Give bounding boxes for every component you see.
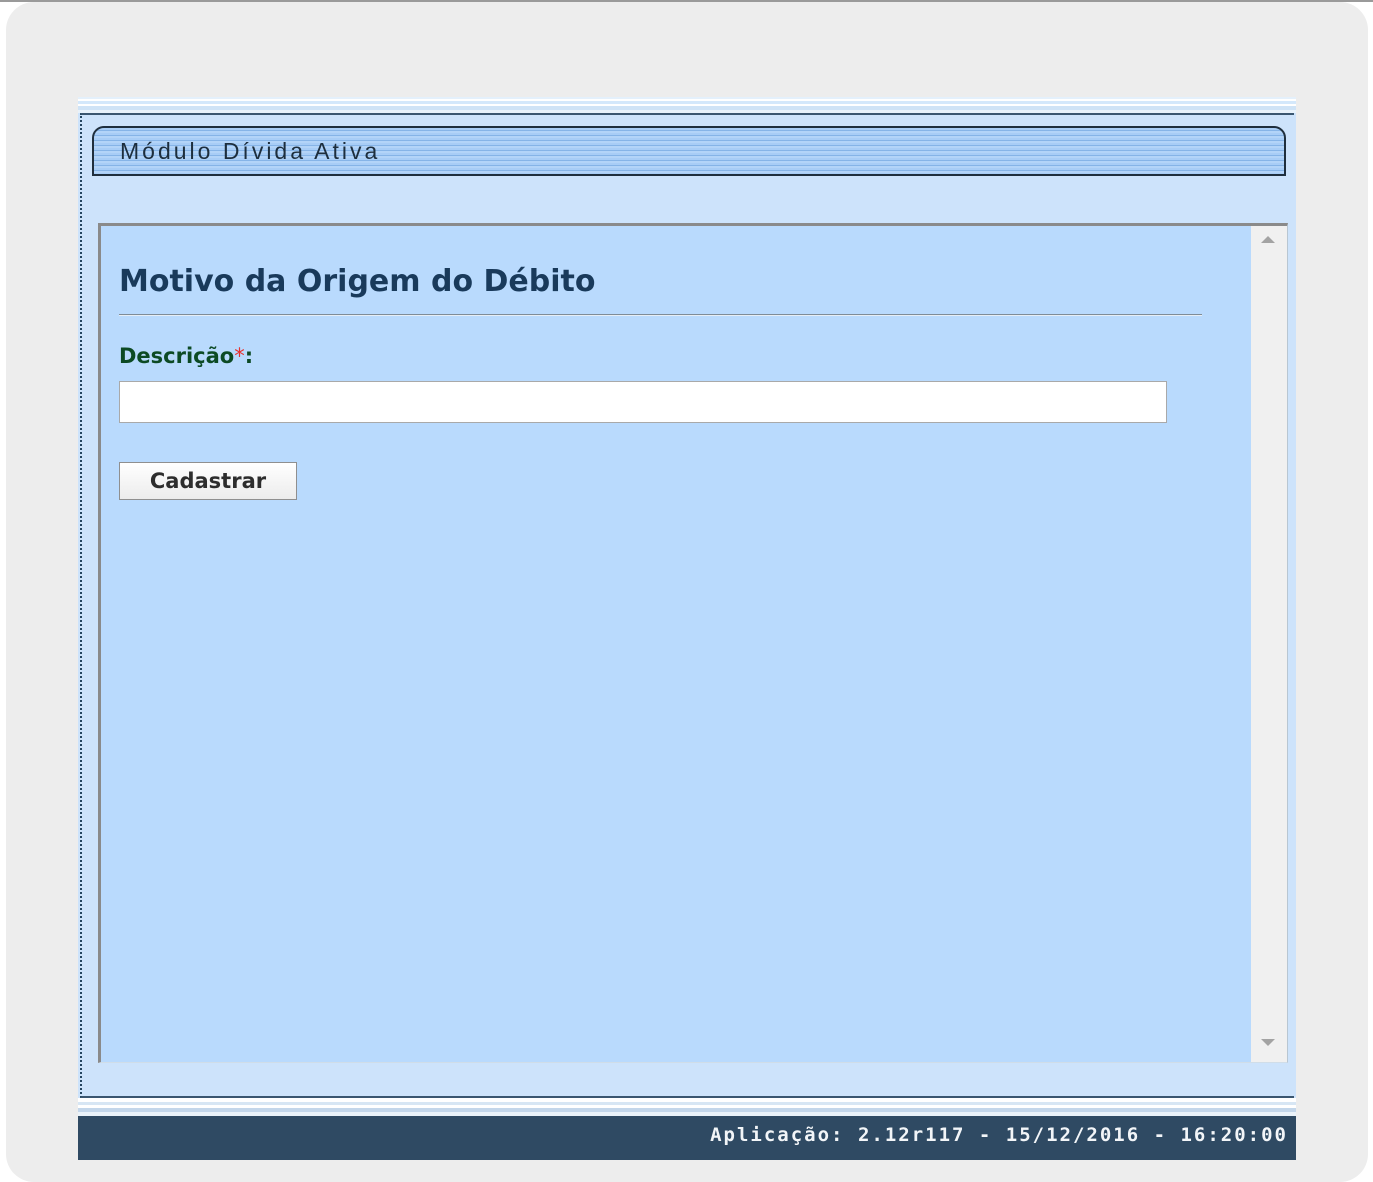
form-content-area: Motivo da Origem do Débito Descrição*: C… [98, 223, 1288, 1063]
label-colon: : [244, 344, 254, 368]
scroll-down-arrow-icon[interactable] [1261, 1039, 1275, 1046]
title-divider [119, 314, 1202, 316]
version-info: Aplicação: 2.12r117 - 15/12/2016 - 16:20… [710, 1124, 1288, 1146]
footer-bar: Aplicação: 2.12r117 - 15/12/2016 - 16:20… [78, 1116, 1296, 1160]
page-title: Motivo da Origem do Débito [119, 264, 596, 299]
cadastrar-button[interactable]: Cadastrar [119, 462, 297, 500]
required-marker: * [234, 344, 245, 368]
app-frame: Módulo Dívida Ativa Motivo da Origem do … [78, 97, 1296, 1160]
description-label-text: Descrição [119, 344, 235, 368]
module-header-tab: Módulo Dívida Ativa [92, 126, 1286, 176]
module-title: Módulo Dívida Ativa [120, 138, 381, 164]
footer-stripes [78, 1098, 1296, 1116]
scroll-up-arrow-icon[interactable] [1261, 236, 1275, 243]
vertical-scrollbar[interactable] [1251, 226, 1287, 1062]
header-stripes [78, 97, 1296, 113]
description-label: Descrição*: [119, 344, 253, 368]
description-input[interactable] [119, 381, 1167, 423]
